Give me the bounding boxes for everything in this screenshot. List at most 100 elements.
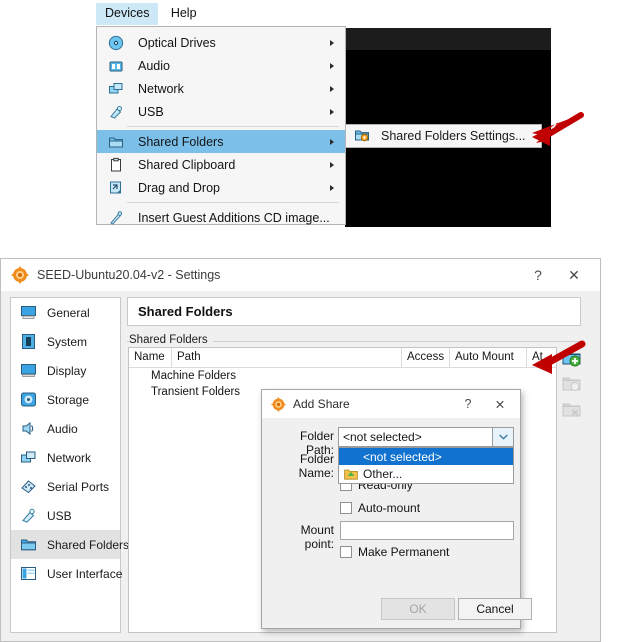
menubar-item-devices[interactable]: Devices: [96, 3, 159, 25]
mount-point-input[interactable]: [340, 521, 514, 540]
menu-separator: [127, 202, 339, 203]
sidebar-item-label: Serial Ports: [47, 479, 110, 494]
chevron-right-icon: [330, 161, 334, 168]
column-header-auto-mount[interactable]: Auto Mount: [449, 348, 526, 367]
storage-icon: [17, 390, 39, 410]
shared-folders-settings-icon: [354, 127, 370, 146]
chevron-down-icon[interactable]: [492, 428, 513, 446]
menu-item-network[interactable]: Network: [97, 77, 345, 100]
network-icon: [17, 448, 39, 468]
add-shared-folder-button[interactable]: [561, 347, 582, 368]
audio-icon: [105, 57, 127, 75]
menu-item-label: Drag and Drop: [138, 180, 220, 195]
menu-item-label: Network: [138, 81, 184, 96]
add-share-titlebar: Add Share ? ✕: [262, 390, 520, 418]
vm-window: Devices Help Optical Drives Audio Networ…: [0, 0, 628, 250]
add-share-title: Add Share: [293, 397, 350, 411]
user-interface-icon: [17, 564, 39, 584]
dropdown-option-other[interactable]: Other...: [339, 465, 513, 482]
help-button[interactable]: ?: [452, 391, 484, 417]
help-button[interactable]: ?: [520, 260, 556, 290]
make-permanent-checkbox-row[interactable]: Make Permanent: [340, 545, 449, 559]
close-button[interactable]: ✕: [556, 260, 592, 290]
make-permanent-checkbox[interactable]: [340, 546, 352, 558]
menu-item-label: Insert Guest Additions CD image...: [138, 210, 330, 225]
menu-item-label: USB: [138, 104, 164, 119]
close-button[interactable]: ✕: [484, 391, 516, 417]
auto-mount-checkbox-row[interactable]: Auto-mount: [340, 501, 420, 515]
column-header-access[interactable]: Access: [401, 348, 449, 367]
menu-item-label: Audio: [138, 58, 170, 73]
column-header-path[interactable]: Path: [171, 348, 401, 367]
settings-titlebar: SEED-Ubuntu20.04-v2 - Settings ? ✕: [1, 259, 600, 291]
auto-mount-checkbox[interactable]: [340, 502, 352, 514]
folder-path-dropdown-list[interactable]: <not selected> Other...: [338, 447, 514, 484]
cancel-button[interactable]: Cancel: [458, 598, 532, 620]
sidebar-item-usb[interactable]: USB: [11, 501, 120, 530]
system-icon: [17, 332, 39, 352]
column-header-at[interactable]: At: [526, 348, 556, 367]
display-icon: [17, 361, 39, 381]
sidebar-item-general[interactable]: General: [11, 298, 120, 327]
virtualbox-icon: [11, 266, 29, 284]
dropdown-option-not-selected[interactable]: <not selected>: [339, 448, 513, 465]
menu-item-insert-guest-additions[interactable]: Insert Guest Additions CD image...: [97, 206, 345, 229]
sidebar-item-label: Storage: [47, 392, 90, 407]
menu-item-shared-clipboard[interactable]: Shared Clipboard: [97, 153, 345, 176]
blank-icon: [343, 450, 359, 464]
chevron-right-icon: [330, 184, 334, 191]
sidebar-item-system[interactable]: System: [11, 327, 120, 356]
menu-item-shared-folders[interactable]: Shared Folders: [97, 130, 345, 153]
optical-drive-icon: [105, 34, 127, 52]
dropdown-option-label: <not selected>: [363, 449, 442, 464]
sidebar-item-storage[interactable]: Storage: [11, 385, 120, 414]
sidebar-item-user-interface[interactable]: User Interface: [11, 559, 122, 588]
folder-path-combobox[interactable]: <not selected>: [338, 427, 514, 447]
menu-item-drag-and-drop[interactable]: Drag and Drop: [97, 176, 345, 199]
sidebar-item-shared-folders[interactable]: Shared Folders: [11, 530, 129, 559]
virtualbox-icon: [271, 397, 286, 412]
clipboard-icon: [105, 156, 127, 174]
folder-name-label: Folder Name:: [298, 452, 334, 480]
vm-guest-screen-topbar: [345, 28, 551, 50]
sidebar-item-audio[interactable]: Audio: [11, 414, 120, 443]
sidebar-item-label: Display: [47, 363, 87, 378]
auto-mount-label: Auto-mount: [358, 501, 421, 515]
page-title: Shared Folders: [127, 297, 581, 326]
dropdown-option-label: Other...: [363, 466, 403, 481]
folder-path-value: <not selected>: [343, 430, 422, 444]
audio-icon: [17, 419, 39, 439]
chevron-right-icon: [330, 138, 334, 145]
remove-shared-folder-button: [561, 399, 582, 420]
chevron-right-icon: [330, 39, 334, 46]
shared-folders-icon: [17, 535, 39, 555]
menu-item-label: Shared Folders: [138, 134, 224, 149]
chevron-right-icon: [330, 108, 334, 115]
shared-folders-submenu[interactable]: Shared Folders Settings...: [345, 124, 542, 148]
menubar-item-help[interactable]: Help: [162, 3, 206, 25]
column-header-name[interactable]: Name: [129, 348, 171, 367]
menu-item-optical-drives[interactable]: Optical Drives: [97, 31, 345, 54]
add-share-dialog: Add Share ? ✕ Folder Path: <not selected…: [261, 389, 532, 629]
devices-menu: Optical Drives Audio Network USB Shared …: [96, 26, 346, 225]
menu-separator: [127, 126, 339, 127]
network-icon: [105, 80, 127, 98]
folder-other-icon: [343, 467, 359, 481]
general-icon: [17, 303, 39, 323]
add-share-window-controls: ? ✕: [452, 390, 516, 418]
sidebar-item-label: USB: [47, 508, 72, 523]
shared-folders-icon: [105, 133, 127, 151]
table-row[interactable]: Machine Folders: [129, 368, 556, 384]
sidebar-item-network[interactable]: Network: [11, 443, 120, 472]
submenu-item-label: Shared Folders Settings...: [381, 129, 526, 143]
sidebar-item-serial-ports[interactable]: Serial Ports: [11, 472, 120, 501]
drag-drop-icon: [105, 179, 127, 197]
vm-menubar: Devices Help: [96, 3, 351, 26]
edit-shared-folder-button: [561, 373, 582, 394]
menu-item-usb[interactable]: USB: [97, 100, 345, 123]
mount-point-label: Mount point:: [300, 523, 334, 551]
menu-item-audio[interactable]: Audio: [97, 54, 345, 77]
menu-item-label: Optical Drives: [138, 35, 216, 50]
sidebar-item-display[interactable]: Display: [11, 356, 120, 385]
ok-button[interactable]: OK: [381, 598, 455, 620]
